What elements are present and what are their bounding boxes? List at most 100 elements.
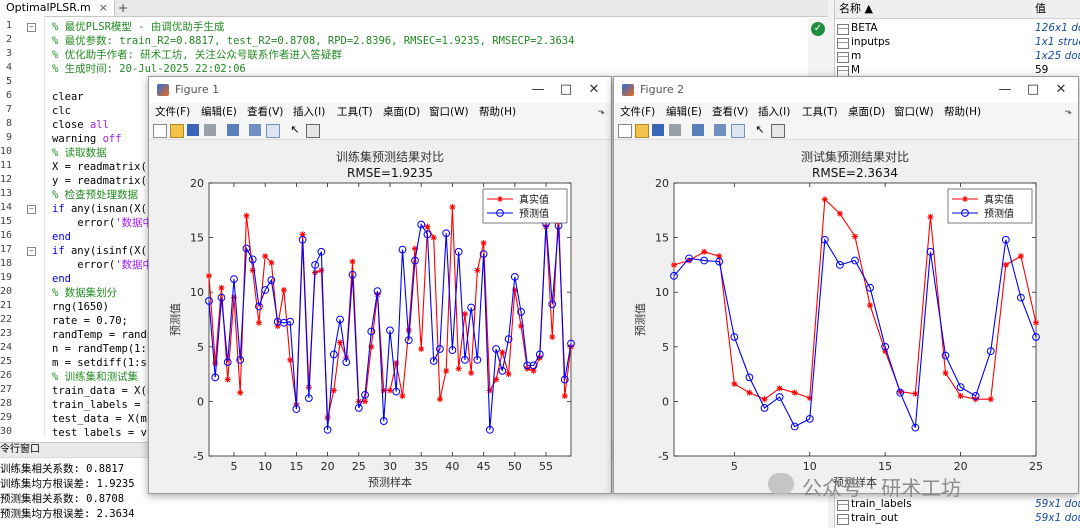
test-chart[interactable]: 测试集预测结果对比RMSE=2.3634预测样本预测值5 10 15 20 25-505… — [614, 140, 1076, 492]
name-column-header[interactable]: 名称 ▲ — [839, 0, 873, 18]
workspace-variable-row[interactable]: m 1x25 dou — [835, 49, 1080, 64]
add-tab-icon[interactable]: + — [118, 0, 128, 16]
code-line[interactable]: y = readmatrix(' — [52, 174, 153, 188]
property-inspector-icon[interactable] — [771, 124, 785, 138]
code-line[interactable]: clc — [52, 104, 71, 118]
menu-file[interactable]: 文件(F) — [155, 103, 190, 121]
code-line[interactable]: end — [52, 230, 71, 244]
print-icon[interactable] — [669, 124, 681, 136]
edit-plot-icon[interactable]: ↖ — [754, 124, 766, 136]
dock-arrow-icon[interactable]: ⬎ — [597, 103, 605, 121]
check-icon[interactable]: ✓ — [811, 22, 825, 36]
save-icon[interactable] — [652, 124, 664, 136]
code-line[interactable]: X = readmatrix(' — [52, 160, 153, 174]
data-point-actual — [268, 259, 275, 266]
code-line[interactable]: randTemp = randp — [52, 328, 153, 342]
code-line[interactable]: error('数据中 — [52, 216, 153, 230]
open-file-icon[interactable] — [635, 124, 649, 138]
menu-window[interactable]: 窗口(W) — [894, 103, 934, 121]
figure-1-titlebar[interactable]: Figure 1 — □ ✕ — [149, 77, 611, 103]
data-point-actual — [480, 240, 487, 247]
edit-plot-icon[interactable]: ↖ — [289, 124, 301, 136]
menu-tools[interactable]: 工具(T) — [337, 103, 373, 121]
data-point-actual — [746, 389, 753, 396]
code-line[interactable]: % 生成时间: 20-Jul-2025 22:02:06 — [52, 62, 246, 76]
new-figure-icon[interactable] — [618, 124, 632, 138]
figure-2-titlebar[interactable]: Figure 2 — □ ✕ — [614, 77, 1078, 103]
fold-toggle-icon[interactable]: − — [27, 23, 36, 32]
menu-insert[interactable]: 插入(I) — [293, 103, 325, 121]
code-line[interactable]: if any(isnan(X(: — [52, 202, 153, 216]
menu-insert[interactable]: 插入(I) — [758, 103, 790, 121]
line-number: 27 — [0, 384, 13, 395]
editor-tab[interactable]: OptimalPLSR.m × — [0, 0, 115, 16]
minimize-button[interactable]: — — [525, 81, 551, 99]
menu-window[interactable]: 窗口(W) — [429, 103, 469, 121]
menu-help[interactable]: 帮助(H) — [944, 103, 981, 121]
code-line[interactable]: train_labels = y — [52, 398, 153, 412]
menu-view[interactable]: 查看(V) — [712, 103, 748, 121]
code-line[interactable]: clear — [52, 90, 84, 104]
code-line[interactable]: close all — [52, 118, 109, 132]
code-line[interactable]: if any(isinf(X(: — [52, 244, 153, 258]
new-figure-icon[interactable] — [153, 124, 167, 138]
dock-arrow-icon[interactable]: ⬎ — [1064, 103, 1072, 121]
code-line[interactable]: % 最优参数: train_R2=0.8817, test_R2=0.8708,… — [52, 34, 574, 48]
y-tick-label: -5 — [193, 450, 204, 463]
code-line[interactable]: % 读取数据 — [52, 146, 107, 160]
code-line[interactable]: test_data = X(m, — [52, 412, 153, 426]
close-button[interactable]: ✕ — [1048, 81, 1074, 99]
insert-colorbar-icon[interactable] — [714, 124, 726, 136]
code-line[interactable]: m = setdiff(1:si — [52, 356, 153, 370]
code-line[interactable]: error('数据中 — [52, 258, 153, 272]
code-line[interactable]: % 训练集和测试集 — [52, 370, 138, 384]
link-plot-icon[interactable] — [692, 124, 704, 136]
link-plot-icon[interactable] — [227, 124, 239, 136]
close-button[interactable]: ✕ — [581, 81, 607, 99]
line-number: 12 — [0, 174, 13, 185]
menu-view[interactable]: 查看(V) — [247, 103, 283, 121]
fold-toggle-icon[interactable]: − — [27, 247, 36, 256]
print-icon[interactable] — [204, 124, 216, 136]
figure-1-window[interactable]: Figure 1 — □ ✕ 文件(F) 编辑(E) 查看(V) 插入(I) 工… — [148, 76, 612, 494]
menu-edit[interactable]: 编辑(E) — [201, 103, 237, 121]
menu-edit[interactable]: 编辑(E) — [666, 103, 702, 121]
menu-desktop[interactable]: 桌面(D) — [848, 103, 885, 121]
save-icon[interactable] — [187, 124, 199, 136]
figure-2-menubar: 文件(F) 编辑(E) 查看(V) 插入(I) 工具(T) 桌面(D) 窗口(W… — [614, 103, 1078, 121]
workspace-variable-row[interactable]: BETA 126x1 dou — [835, 21, 1080, 36]
data-point-actual — [486, 387, 493, 394]
code-line[interactable]: rng(1650) — [52, 300, 109, 314]
menu-file[interactable]: 文件(F) — [620, 103, 655, 121]
property-inspector-icon[interactable] — [306, 124, 320, 138]
insert-legend-icon[interactable] — [731, 124, 745, 138]
data-point-actual — [337, 339, 344, 346]
code-line[interactable]: n = randTemp(1:c — [52, 342, 153, 356]
matlab-logo-icon — [157, 84, 169, 96]
code-line[interactable]: test_labels = y( — [52, 426, 153, 436]
maximize-button[interactable]: □ — [1020, 81, 1046, 99]
workspace-variable-row[interactable]: train_out 59x1 dou — [835, 511, 1080, 526]
insert-legend-icon[interactable] — [266, 124, 280, 138]
workspace-variable-row[interactable]: inputps 1x1 struc — [835, 35, 1080, 50]
code-line[interactable]: rate = 0.70; — [52, 314, 128, 328]
insert-colorbar-icon[interactable] — [249, 124, 261, 136]
menu-desktop[interactable]: 桌面(D) — [383, 103, 420, 121]
code-line[interactable]: warning off — [52, 132, 122, 146]
code-line[interactable]: % 数据集划分 — [52, 286, 117, 300]
menu-help[interactable]: 帮助(H) — [479, 103, 516, 121]
code-line[interactable]: % 检查预处理数据 — [52, 188, 138, 202]
code-line[interactable]: % 最优PLSR模型 - 由调优助手生成 — [52, 20, 224, 34]
close-icon[interactable]: × — [99, 1, 108, 14]
code-line[interactable]: end — [52, 272, 71, 286]
train-chart[interactable]: 训练集预测结果对比 RMSE=1.9235 预测样本 预测值 5 10 15 20 25 30 35… — [149, 140, 609, 492]
minimize-button[interactable]: — — [992, 81, 1018, 99]
menu-tools[interactable]: 工具(T) — [802, 103, 838, 121]
code-line[interactable]: % 优化助手作者: 研术工坊, 关注公众号联系作者进入答疑群 — [52, 48, 342, 62]
value-column-header[interactable]: 值 — [1035, 0, 1046, 18]
fold-toggle-icon[interactable]: − — [27, 205, 36, 214]
maximize-button[interactable]: □ — [553, 81, 579, 99]
code-line[interactable]: train_data = X(n — [52, 384, 153, 398]
figure-2-window[interactable]: Figure 2 — □ ✕ 文件(F) 编辑(E) 查看(V) 插入(I) 工… — [613, 76, 1079, 494]
open-file-icon[interactable] — [170, 124, 184, 138]
